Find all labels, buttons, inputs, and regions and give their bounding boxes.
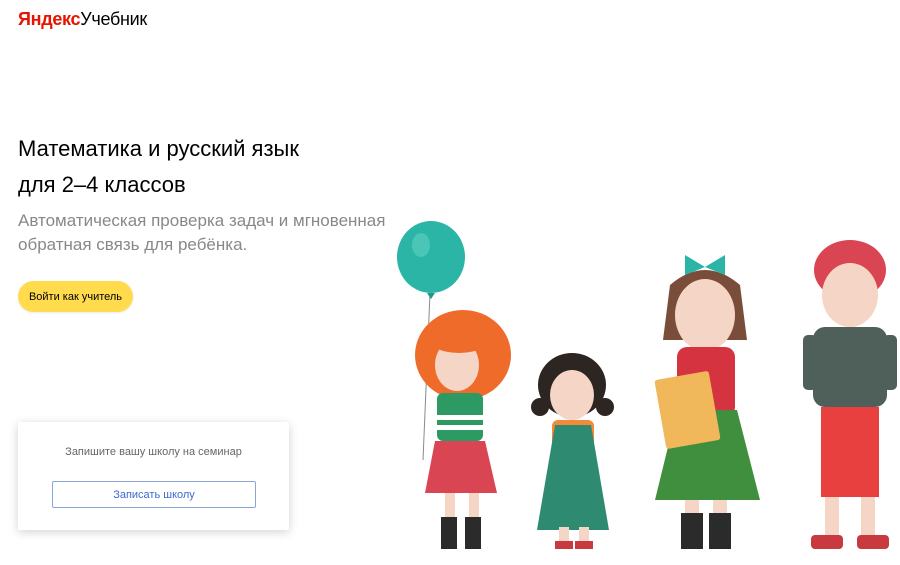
girl-red-hair-image	[415, 310, 511, 549]
girl-with-book-image	[654, 255, 760, 549]
logo-product: Учебник	[80, 9, 147, 29]
seminar-card: Запишите вашу школу на семинар Записать …	[18, 422, 289, 530]
page-title-line-1: Математика и русский язык	[18, 136, 299, 161]
page-title: Математика и русский язык для 2–4 классо…	[18, 131, 398, 203]
boy-image	[803, 240, 897, 549]
page-subtitle-line-1: Автоматическая проверка задач и мгновенн…	[18, 211, 386, 230]
logo-brand: Яндекс	[18, 9, 81, 29]
logo[interactable]: ЯндексУчебник	[18, 9, 147, 30]
seminar-card-title: Запишите вашу школу на семинар	[65, 446, 242, 458]
login-as-teacher-button[interactable]: Войти как учитель	[18, 281, 133, 312]
children-illustration	[397, 221, 897, 549]
page-subtitle-line-2: обратная связь для ребёнка.	[18, 235, 248, 254]
girl-dark-hair-image	[531, 353, 614, 549]
page-subtitle: Автоматическая проверка задач и мгновенн…	[18, 209, 398, 257]
page-title-line-2: для 2–4 классов	[18, 172, 186, 197]
register-school-button[interactable]: Записать школу	[52, 481, 256, 508]
